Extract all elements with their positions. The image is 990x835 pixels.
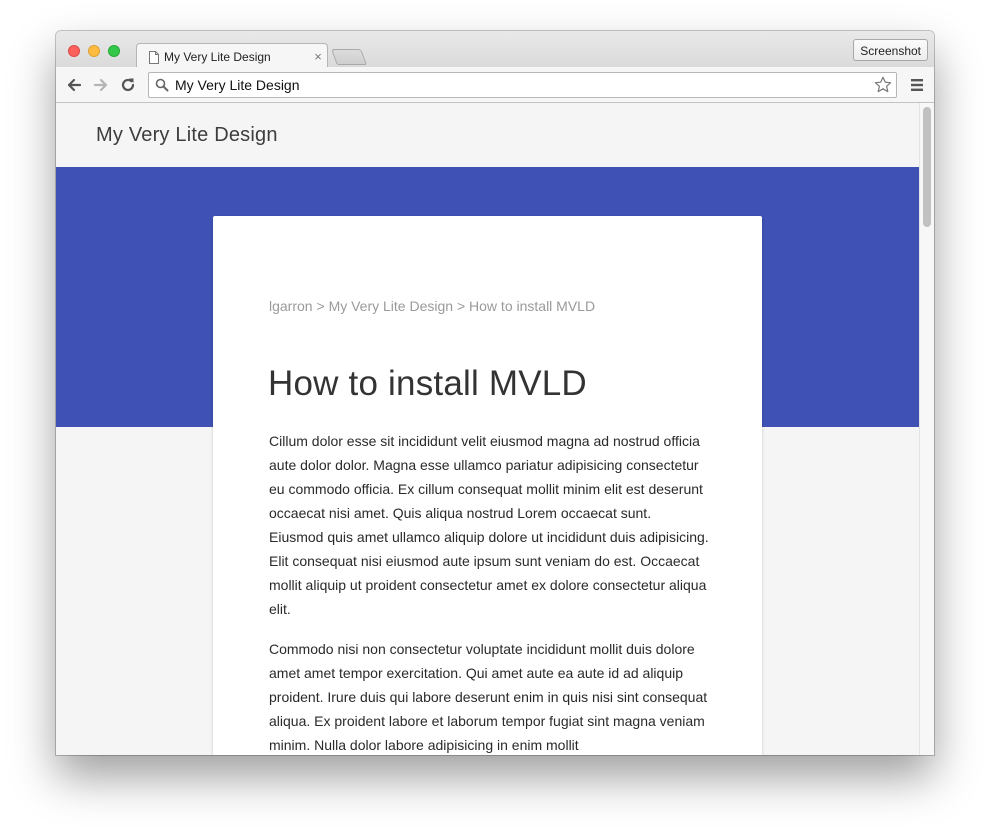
tab-strip: My Very Lite Design × Screenshot: [56, 31, 934, 68]
browser-toolbar: My Very Lite Design: [56, 67, 934, 103]
breadcrumb-item-user[interactable]: lgarron: [269, 298, 313, 314]
breadcrumb: lgarron > My Very Lite Design > How to i…: [269, 298, 595, 314]
scrollbar-thumb[interactable]: [923, 107, 931, 227]
paragraph: Commodo nisi non consectetur voluptate i…: [269, 641, 708, 753]
menu-icon[interactable]: [910, 78, 924, 92]
breadcrumb-item-site[interactable]: My Very Lite Design: [329, 298, 454, 314]
reload-icon[interactable]: [118, 75, 138, 95]
address-text[interactable]: My Very Lite Design: [175, 77, 300, 93]
window-minimize-button[interactable]: [88, 45, 100, 57]
site-header: My Very Lite Design: [56, 103, 919, 167]
breadcrumb-item-current[interactable]: How to install MVLD: [469, 298, 595, 314]
search-icon: [155, 78, 169, 92]
tab-title: My Very Lite Design: [164, 50, 271, 64]
bookmark-star-icon[interactable]: [873, 75, 893, 95]
content-card: lgarron > My Very Lite Design > How to i…: [213, 216, 762, 755]
page-title: How to install MVLD: [268, 364, 587, 403]
back-icon[interactable]: [64, 75, 84, 95]
window-maximize-button[interactable]: [108, 45, 120, 57]
window-close-button[interactable]: [68, 45, 80, 57]
article-body: Cillum dolor esse sit incididunt velit e…: [269, 429, 709, 755]
forward-icon[interactable]: [91, 75, 111, 95]
browser-window: My Very Lite Design × Screenshot My Very…: [56, 31, 934, 755]
new-tab-button[interactable]: [331, 49, 367, 65]
page-icon: [149, 50, 159, 64]
tab-close-icon[interactable]: ×: [311, 49, 325, 64]
screenshot-button[interactable]: Screenshot: [853, 39, 928, 61]
address-bar[interactable]: My Very Lite Design: [148, 72, 897, 98]
breadcrumb-separator: >: [316, 298, 325, 314]
site-title[interactable]: My Very Lite Design: [96, 124, 278, 147]
page-viewport: My Very Lite Design lgarron > My Very Li…: [56, 103, 919, 755]
breadcrumb-separator: >: [456, 298, 466, 314]
browser-tab[interactable]: My Very Lite Design ×: [136, 43, 328, 68]
vertical-scrollbar[interactable]: [919, 103, 934, 755]
paragraph: Cillum dolor esse sit incididunt velit e…: [269, 433, 709, 617]
